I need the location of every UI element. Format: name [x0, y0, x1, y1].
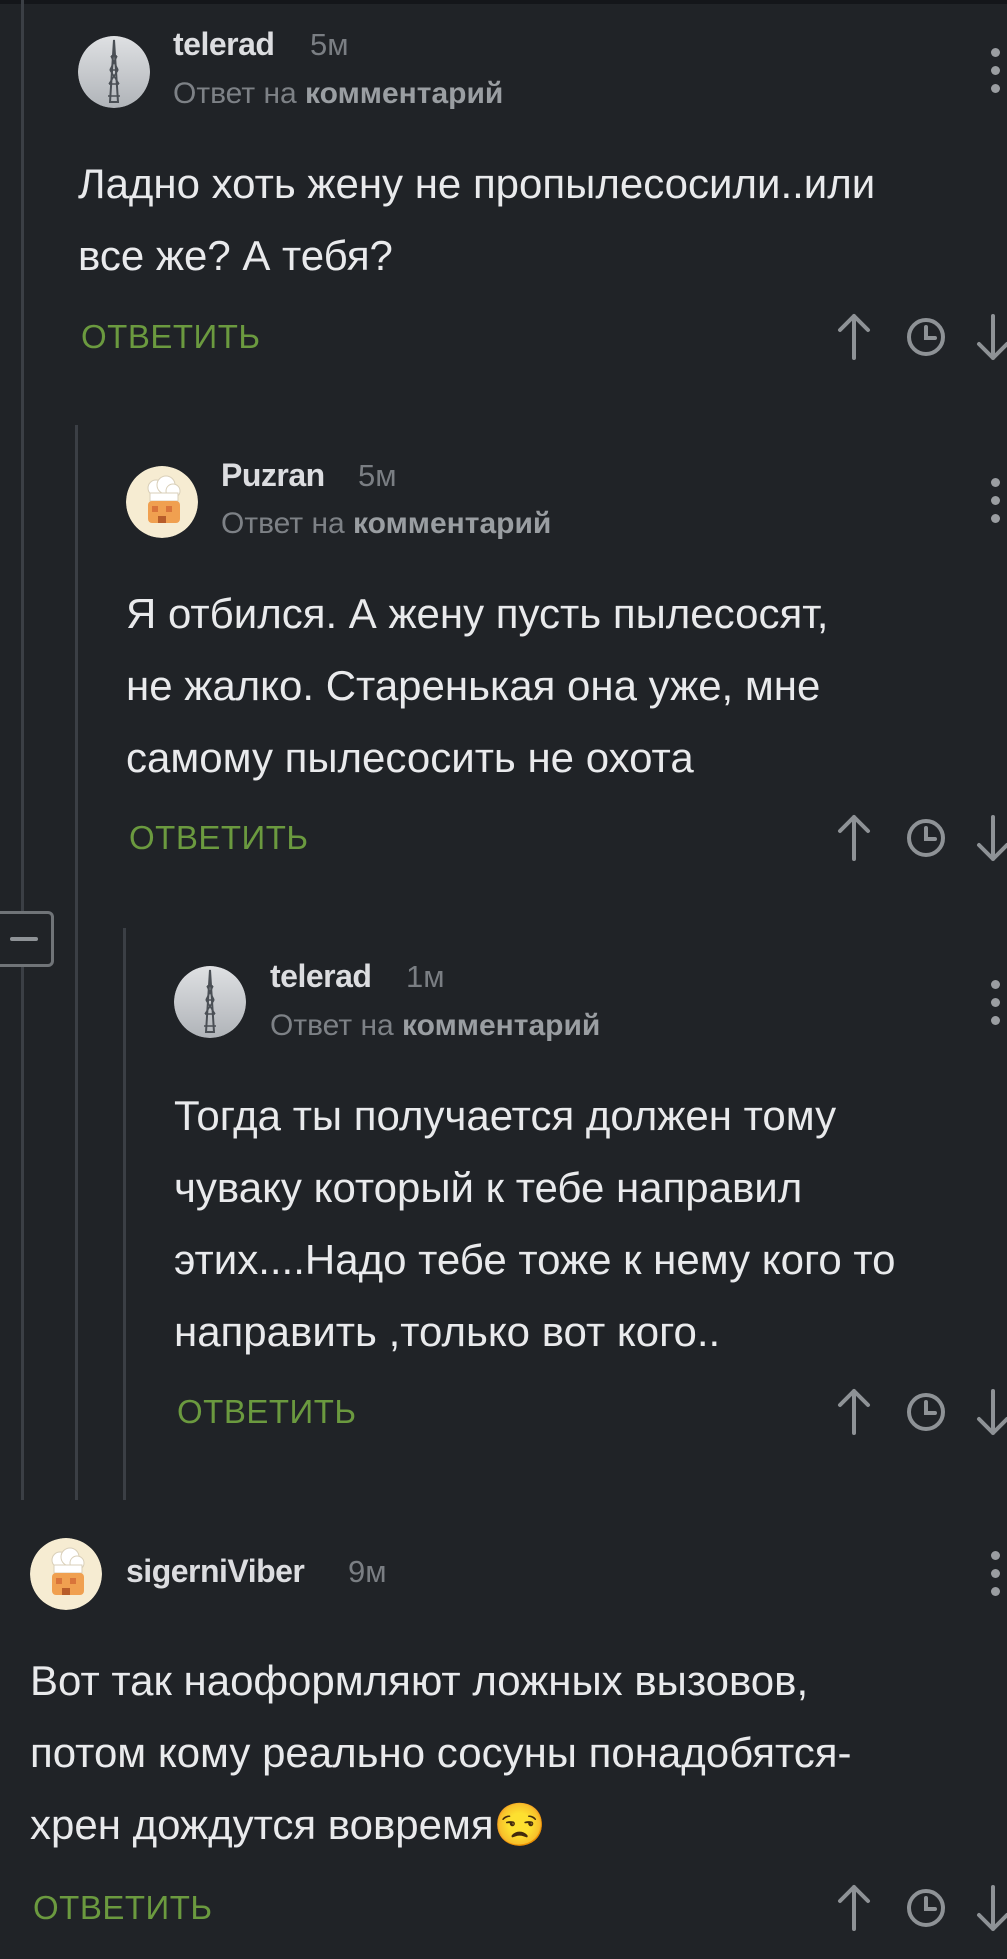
more-vertical-icon[interactable]: [988, 980, 1002, 1026]
arrow-down-icon[interactable]: [975, 813, 1007, 863]
more-vertical-icon[interactable]: [988, 1551, 1002, 1597]
arrow-down-icon[interactable]: [975, 1387, 1007, 1437]
more-vertical-icon[interactable]: [988, 48, 1002, 94]
avatar[interactable]: [30, 1538, 102, 1610]
comment-time: 5м: [358, 458, 397, 493]
arrow-up-icon[interactable]: [836, 813, 872, 863]
comment-text: Тогда ты получается должен тому чуваку к…: [174, 1080, 896, 1368]
comment-text-line: чуваку который к тебе направил: [174, 1164, 803, 1211]
comment-time: 1м: [406, 959, 445, 994]
author-name[interactable]: telerad: [270, 958, 372, 995]
reply-button[interactable]: ОТВЕТИТЬ: [33, 1889, 213, 1927]
reply-to-link[interactable]: комментарий: [353, 507, 551, 540]
reply-to-prefix: Ответ на: [173, 77, 306, 110]
reply-button[interactable]: ОТВЕТИТЬ: [129, 819, 309, 857]
avatar[interactable]: [78, 36, 150, 108]
comment-time: 9м: [348, 1554, 387, 1589]
comment-text-line: самому пылесосить не охота: [126, 734, 694, 781]
comment-text: Вот так наоформляют ложных вызовов, пото…: [30, 1645, 852, 1861]
comment-text-line: Вот так наоформляют ложных вызовов,: [30, 1657, 809, 1704]
comment-text-line: Ладно хоть жену не пропылесосили..или: [78, 160, 876, 207]
comments-screen: telerad 5м Ответ на комментарий Ладно хо…: [0, 0, 1007, 1959]
top-edge: [0, 0, 1007, 4]
thread-line-level-0[interactable]: [21, 0, 24, 1500]
comment-text-line: Я отбился. А жену пусть пылесосят,: [126, 590, 829, 637]
comment-text-line: хрен дождутся вовремя😒: [30, 1801, 546, 1848]
arrow-up-icon[interactable]: [836, 1883, 872, 1933]
clock-icon[interactable]: [905, 316, 947, 358]
collapse-minus-icon[interactable]: [0, 911, 54, 967]
comment-text-line: не жалко. Старенькая она уже, мне: [126, 662, 821, 709]
arrow-up-icon[interactable]: [836, 312, 872, 362]
more-vertical-icon[interactable]: [988, 478, 1002, 524]
comment-text-line: направить ,только вот кого..: [174, 1308, 721, 1355]
reply-to-line: Ответ на комментарий: [221, 507, 551, 541]
clock-icon[interactable]: [905, 817, 947, 859]
avatar[interactable]: [126, 466, 198, 538]
reply-to-line: Ответ на комментарий: [173, 77, 503, 111]
thread-line-level-2[interactable]: [123, 928, 126, 1500]
comment-text-line: все же? А тебя?: [78, 232, 393, 279]
arrow-down-icon[interactable]: [975, 1883, 1007, 1933]
reply-to-line: Ответ на комментарий: [270, 1009, 600, 1043]
tower-avatar-icon: [174, 966, 246, 1038]
author-name[interactable]: Puzran: [221, 457, 325, 494]
comment-text-line: потом кому реально сосуны понадобятся-: [30, 1729, 852, 1776]
avatar[interactable]: [174, 966, 246, 1038]
thread-line-level-1[interactable]: [75, 425, 78, 1500]
comment-text-line: этих....Надо тебе тоже к нему кого то: [174, 1236, 896, 1283]
comment-text: Ладно хоть жену не пропылесосили..или вс…: [78, 148, 875, 292]
clock-icon[interactable]: [905, 1887, 947, 1929]
reply-button[interactable]: ОТВЕТИТЬ: [177, 1393, 357, 1431]
author-name[interactable]: telerad: [173, 26, 275, 63]
reply-to-link[interactable]: комментарий: [402, 1009, 600, 1042]
reply-button[interactable]: ОТВЕТИТЬ: [81, 318, 261, 356]
reply-to-prefix: Ответ на: [221, 507, 354, 540]
reply-to-link[interactable]: комментарий: [305, 77, 503, 110]
arrow-up-icon[interactable]: [836, 1387, 872, 1437]
tower-avatar-icon: [78, 36, 150, 108]
comment-time: 5м: [310, 27, 349, 62]
author-name[interactable]: sigerniViber: [126, 1553, 305, 1590]
arrow-down-icon[interactable]: [975, 312, 1007, 362]
reply-to-prefix: Ответ на: [270, 1009, 403, 1042]
chef-avatar-icon: [30, 1538, 102, 1610]
comment-text-line: Тогда ты получается должен тому: [174, 1092, 837, 1139]
comment-text: Я отбился. А жену пусть пылесосят, не жа…: [126, 578, 828, 794]
chef-avatar-icon: [126, 466, 198, 538]
clock-icon[interactable]: [905, 1391, 947, 1433]
